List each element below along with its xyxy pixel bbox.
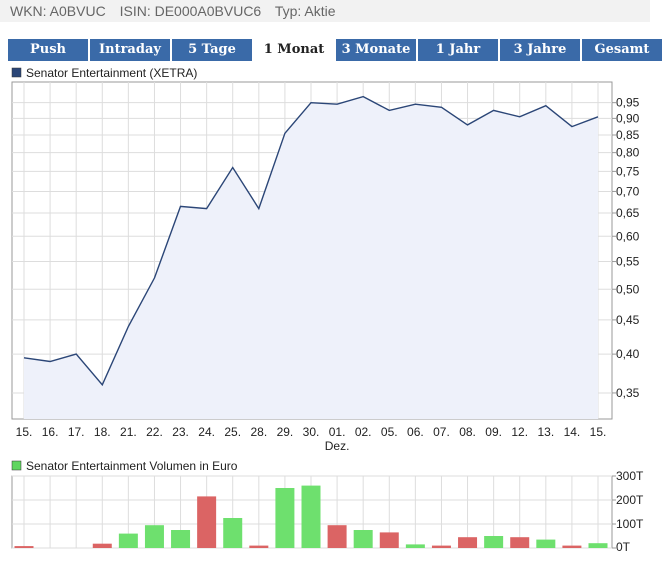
date-tick-label: 29. xyxy=(277,425,294,439)
date-tick-label: 18. xyxy=(94,425,111,439)
volume-bar xyxy=(92,543,112,548)
date-tick-label: 28. xyxy=(250,425,267,439)
volume-y-axis: 0T 100T 200T 300T xyxy=(612,469,644,554)
volume-y-tick-label: 200T xyxy=(616,493,644,507)
volume-bar xyxy=(379,532,399,548)
volume-bar xyxy=(405,544,425,548)
date-tick-label: 15. xyxy=(590,425,607,439)
price-y-tick-label: 0,80 xyxy=(616,146,640,160)
volume-bar xyxy=(223,518,243,548)
date-tick-label: 05. xyxy=(381,425,398,439)
price-y-tick-label: 0,90 xyxy=(616,111,640,125)
date-tick-label: 02. xyxy=(355,425,372,439)
volume-bar xyxy=(249,545,269,548)
date-x-axis: 15. 16. 17. 18. 21. 22. 23. 24. 25. 28. 29. 30. 01. 0… xyxy=(16,425,607,453)
date-tick-label: 22. xyxy=(146,425,163,439)
volume-y-tick-label: 300T xyxy=(616,469,644,483)
volume-bar xyxy=(327,525,347,548)
price-y-tick-label: 0,40 xyxy=(616,347,640,361)
volume-y-tick-label: 100T xyxy=(616,517,644,531)
price-y-tick-label: 0,45 xyxy=(616,313,640,327)
date-tick-label: 01. xyxy=(329,425,346,439)
volume-legend-label: Senator Entertainment Volumen in Euro xyxy=(26,459,238,473)
volume-bar xyxy=(562,545,582,548)
price-y-tick-label: 0,60 xyxy=(616,229,640,243)
volume-bar xyxy=(353,530,373,548)
date-tick-label: 24. xyxy=(198,425,215,439)
volume-bar xyxy=(431,545,451,548)
volume-bar xyxy=(118,533,138,548)
price-volume-chart: Senator Entertainment (XETRA) 0,350,400,… xyxy=(11,66,644,554)
volume-bar xyxy=(275,488,295,548)
date-tick-label: 12. xyxy=(511,425,528,439)
volume-bar xyxy=(458,537,478,548)
price-y-tick-label: 0,50 xyxy=(616,282,640,296)
price-y-tick-label: 0,70 xyxy=(616,184,640,198)
price-y-tick-label: 0,65 xyxy=(616,206,640,220)
price-legend-label: Senator Entertainment (XETRA) xyxy=(26,66,197,80)
volume-bar xyxy=(510,537,530,548)
date-tick-label: 13. xyxy=(537,425,554,439)
volume-bar xyxy=(197,496,217,548)
volume-bar xyxy=(301,485,321,548)
price-y-axis: 0,35 0,40 0,45 0,50 0,55 0,60 0,65 0,70 0,75 0,80… xyxy=(612,96,640,400)
date-tick-label: 08. xyxy=(459,425,476,439)
volume-bar xyxy=(171,530,191,548)
date-tick-label: 09. xyxy=(485,425,502,439)
volume-bar xyxy=(536,539,556,548)
volume-bar xyxy=(144,525,164,548)
price-y-tick-label: 0,95 xyxy=(616,96,640,110)
date-tick-label: 23. xyxy=(172,425,189,439)
price-y-tick-label: 0,35 xyxy=(616,386,640,400)
date-tick-label: 06. xyxy=(407,425,424,439)
date-tick-label: 25. xyxy=(224,425,241,439)
date-tick-label: 17. xyxy=(68,425,85,439)
date-tick-label: 07. xyxy=(433,425,450,439)
volume-y-tick-label: 0T xyxy=(616,540,631,554)
month-label: Dez. xyxy=(325,439,350,453)
price-legend-swatch xyxy=(11,67,22,78)
date-tick-label: 15. xyxy=(16,425,33,439)
date-tick-label: 30. xyxy=(303,425,320,439)
volume-legend-swatch xyxy=(11,460,22,471)
volume-bar xyxy=(14,546,34,548)
date-tick-label: 14. xyxy=(564,425,581,439)
volume-bar xyxy=(588,543,608,548)
price-y-tick-label: 0,85 xyxy=(616,128,640,142)
price-y-tick-label: 0,75 xyxy=(616,164,640,178)
price-y-tick-label: 0,55 xyxy=(616,255,640,269)
date-tick-label: 16. xyxy=(42,425,59,439)
volume-bar xyxy=(484,536,504,548)
date-tick-label: 21. xyxy=(120,425,137,439)
